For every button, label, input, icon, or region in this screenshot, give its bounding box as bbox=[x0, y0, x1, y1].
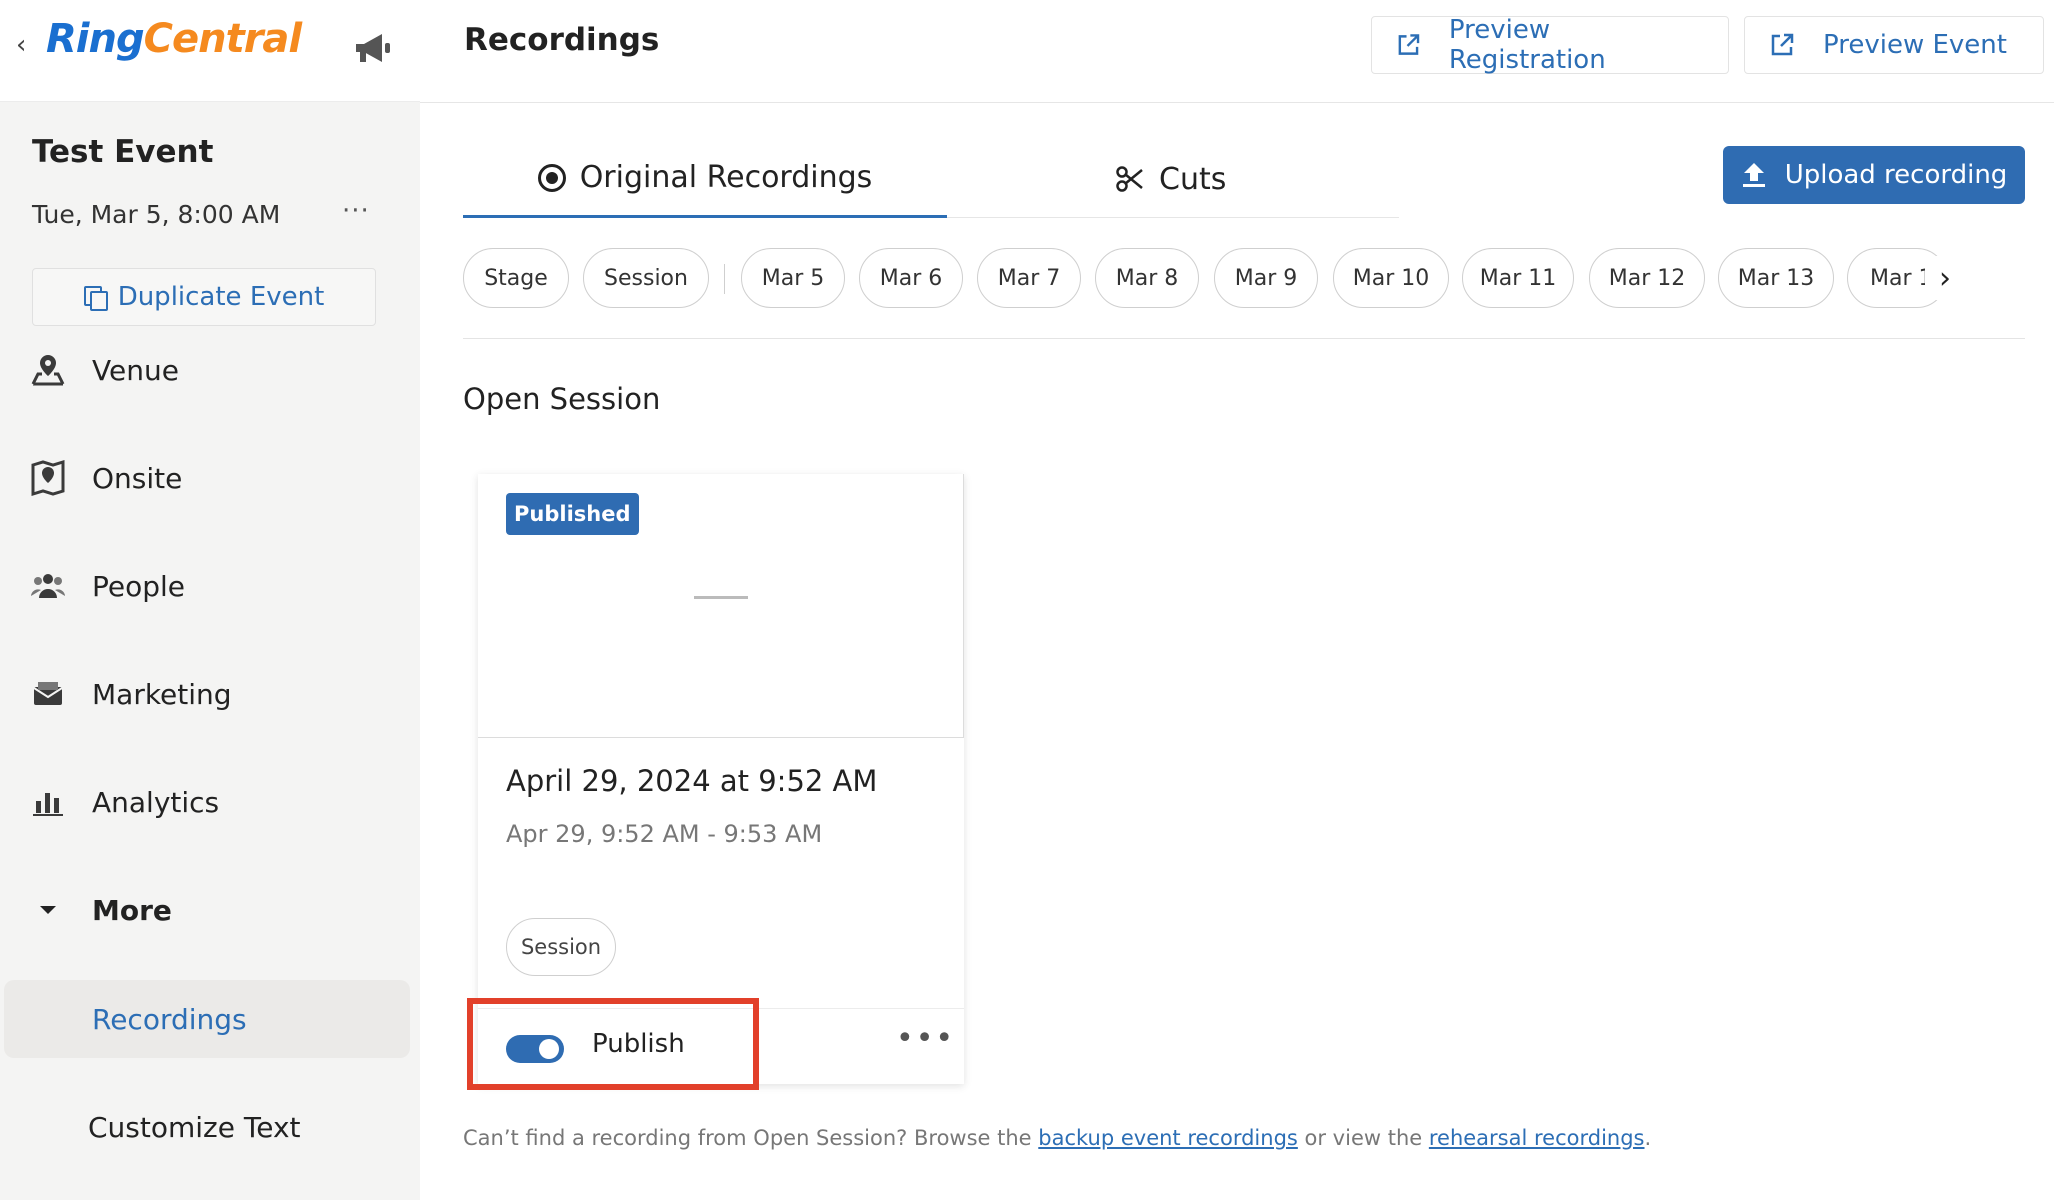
logo-ring-text: Ring bbox=[46, 16, 145, 62]
record-icon bbox=[537, 163, 566, 192]
event-date: Tue, Mar 5, 8:00 AM bbox=[32, 200, 281, 229]
back-chevron-icon[interactable]: ‹ bbox=[16, 30, 26, 60]
sidebar-item-label: Venue bbox=[92, 353, 179, 387]
sidebar-item-label: Analytics bbox=[92, 785, 220, 819]
ringcentral-logo: RingCentral bbox=[46, 16, 303, 62]
external-link-icon bbox=[1398, 34, 1420, 55]
recordings-tabs: Original Recordings Cuts bbox=[463, 140, 1399, 218]
marketing-mail-icon bbox=[28, 674, 68, 714]
sidebar-item-analytics[interactable]: Analytics bbox=[28, 772, 219, 832]
chevron-right-icon[interactable]: › bbox=[1925, 256, 1965, 300]
publish-toggle[interactable] bbox=[506, 1035, 564, 1063]
sidebar: ‹ RingCentral Test Event Tue, Mar 5, 8:0… bbox=[0, 0, 420, 1200]
filter-chip-session[interactable]: Session bbox=[583, 248, 709, 308]
sidebar-item-venue[interactable]: Venue bbox=[28, 340, 179, 400]
tab-label: Original Recordings bbox=[579, 160, 873, 195]
external-link-icon bbox=[1771, 33, 1794, 56]
sidebar-subitem-recordings[interactable]: Recordings bbox=[4, 980, 410, 1058]
tab-cuts[interactable]: Cuts bbox=[1115, 140, 1315, 218]
recording-thumbnail[interactable]: Published bbox=[478, 474, 964, 738]
people-icon bbox=[28, 566, 68, 606]
filter-chip-date[interactable]: Mar 6 bbox=[859, 248, 963, 308]
filter-chip-date[interactable]: Mar 7 bbox=[977, 248, 1081, 308]
footer-text: Can’t find a recording from Open Session… bbox=[463, 1126, 1039, 1150]
scissors-icon bbox=[1116, 166, 1143, 192]
upload-recording-label: Upload recording bbox=[1784, 160, 2008, 190]
tab-label: Cuts bbox=[1159, 161, 1227, 197]
page-title: Recordings bbox=[464, 22, 660, 58]
filter-chip-date[interactable]: Mar 13 bbox=[1718, 248, 1834, 308]
upload-recording-button[interactable]: Upload recording bbox=[1723, 146, 2025, 204]
backup-recordings-link[interactable]: backup event recordings bbox=[1038, 1126, 1298, 1150]
sidebar-item-label: People bbox=[92, 569, 186, 603]
sidebar-item-label: More bbox=[92, 893, 172, 927]
filter-chip-date[interactable]: Mar 10 bbox=[1333, 248, 1449, 308]
sidebar-item-label: Marketing bbox=[92, 677, 232, 711]
filter-chip-date[interactable]: Mar 5 bbox=[741, 248, 845, 308]
sidebar-item-more[interactable]: More bbox=[28, 880, 172, 940]
publish-label: Publish bbox=[592, 1029, 685, 1059]
analytics-bar-icon bbox=[28, 782, 68, 822]
recording-card[interactable]: Published April 29, 2024 at 9:52 AM Apr … bbox=[478, 474, 964, 1084]
preview-registration-label: Preview Registration bbox=[1448, 15, 1606, 75]
logo-central-text: Central bbox=[143, 16, 303, 62]
recording-tag: Session bbox=[506, 918, 616, 976]
sidebar-subitem-customize-text[interactable]: Customize Text bbox=[0, 1088, 406, 1166]
recording-title: April 29, 2024 at 9:52 AM bbox=[506, 764, 878, 798]
page-header: Recordings Preview Registration Preview … bbox=[420, 0, 2054, 103]
duplicate-icon bbox=[83, 286, 108, 311]
sidebar-item-onsite[interactable]: Onsite bbox=[28, 448, 182, 508]
footer-text: . bbox=[1644, 1126, 1652, 1150]
duplicate-event-button[interactable]: Duplicate Event bbox=[32, 268, 376, 326]
card-footer: Publish ••• bbox=[478, 1008, 964, 1084]
filter-chips: Stage Session Mar 5 Mar 6 Mar 7 Mar 8 Ma… bbox=[463, 248, 1963, 308]
filter-chip-date[interactable]: Mar 9 bbox=[1214, 248, 1318, 308]
venue-icon bbox=[28, 350, 68, 390]
event-title: Test Event bbox=[32, 134, 214, 170]
tab-original-recordings[interactable]: Original Recordings bbox=[463, 140, 947, 218]
sidebar-item-people[interactable]: People bbox=[28, 556, 185, 616]
onsite-map-icon bbox=[28, 458, 68, 498]
event-more-menu-icon[interactable]: ··· bbox=[342, 196, 370, 226]
sidebar-item-label: Onsite bbox=[92, 461, 183, 495]
duplicate-event-label: Duplicate Event bbox=[117, 282, 325, 312]
footer-text: or view the bbox=[1297, 1126, 1429, 1150]
sidebar-item-marketing[interactable]: Marketing bbox=[28, 664, 232, 724]
more-options-icon[interactable]: ••• bbox=[896, 1021, 955, 1056]
preview-event-button[interactable]: Preview Event bbox=[1744, 16, 2044, 74]
megaphone-icon[interactable] bbox=[352, 28, 396, 68]
thumbnail-preview bbox=[694, 596, 748, 599]
rehearsal-recordings-link[interactable]: rehearsal recordings bbox=[1429, 1126, 1645, 1150]
filter-chip-date[interactable]: Mar 11 bbox=[1462, 248, 1574, 308]
filter-divider bbox=[724, 264, 725, 294]
filter-chip-date[interactable]: Mar 12 bbox=[1589, 248, 1705, 308]
footer-note: Can’t find a recording from Open Session… bbox=[463, 1126, 1651, 1150]
section-title: Open Session bbox=[463, 382, 661, 416]
preview-registration-button[interactable]: Preview Registration bbox=[1371, 15, 1729, 75]
upload-icon bbox=[1742, 163, 1765, 187]
filter-chip-date[interactable]: Mar 8 bbox=[1095, 248, 1199, 308]
sidebar-header: ‹ RingCentral bbox=[0, 0, 420, 102]
divider bbox=[463, 338, 2025, 339]
filter-chip-stage[interactable]: Stage bbox=[463, 248, 569, 308]
preview-event-label: Preview Event bbox=[1823, 30, 2007, 60]
caret-down-icon bbox=[28, 890, 68, 930]
recording-time-range: Apr 29, 9:52 AM - 9:53 AM bbox=[506, 820, 823, 848]
published-badge: Published bbox=[506, 493, 639, 535]
